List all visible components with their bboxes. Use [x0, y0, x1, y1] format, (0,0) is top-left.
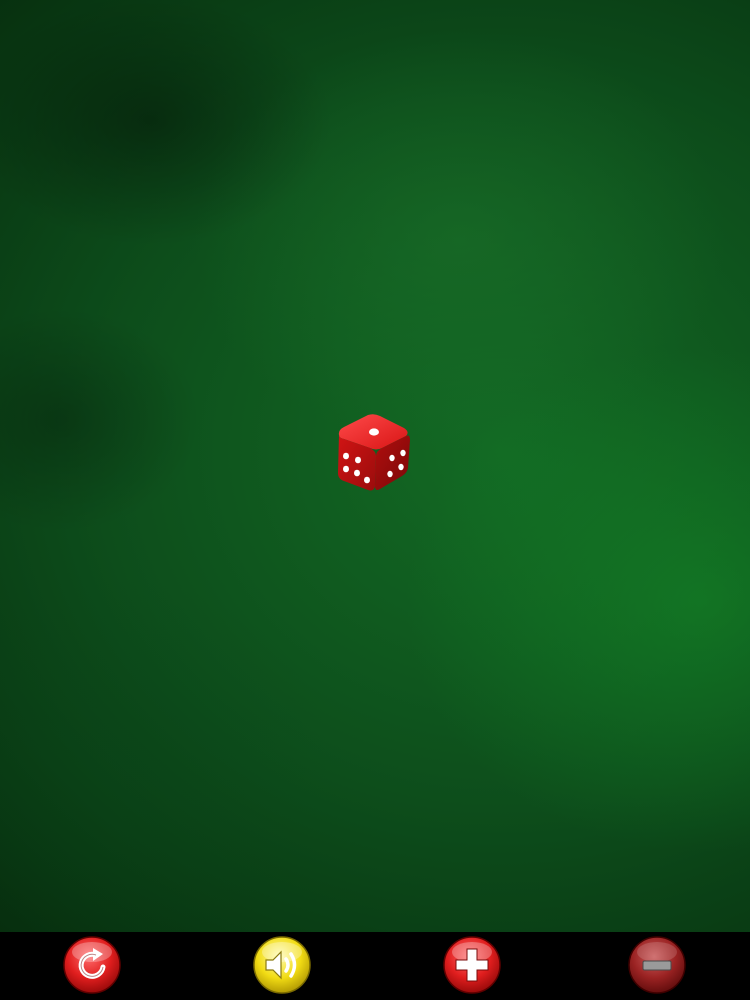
- remove-die-button[interactable]: [627, 935, 687, 995]
- die-pip: [389, 454, 395, 462]
- die-pip: [354, 469, 360, 477]
- die-pip: [400, 449, 406, 457]
- die-pip: [364, 476, 370, 484]
- die-pip: [343, 465, 349, 473]
- bottom-toolbar: [0, 932, 750, 1000]
- sound-toggle-button[interactable]: [252, 935, 312, 995]
- die-pip: [369, 428, 379, 436]
- reroll-button[interactable]: [62, 935, 122, 995]
- game-screen: [0, 0, 750, 1000]
- die-pip: [343, 452, 349, 460]
- refresh-icon: [63, 936, 121, 994]
- die-pip: [398, 463, 404, 471]
- plus-icon: [443, 936, 501, 994]
- add-die-button[interactable]: [442, 935, 502, 995]
- die-pip: [355, 456, 361, 464]
- minus-icon: [628, 936, 686, 994]
- die-pip: [387, 470, 393, 478]
- speaker-icon: [253, 936, 311, 994]
- die-graphic: [338, 414, 410, 491]
- red-die[interactable]: [334, 410, 414, 494]
